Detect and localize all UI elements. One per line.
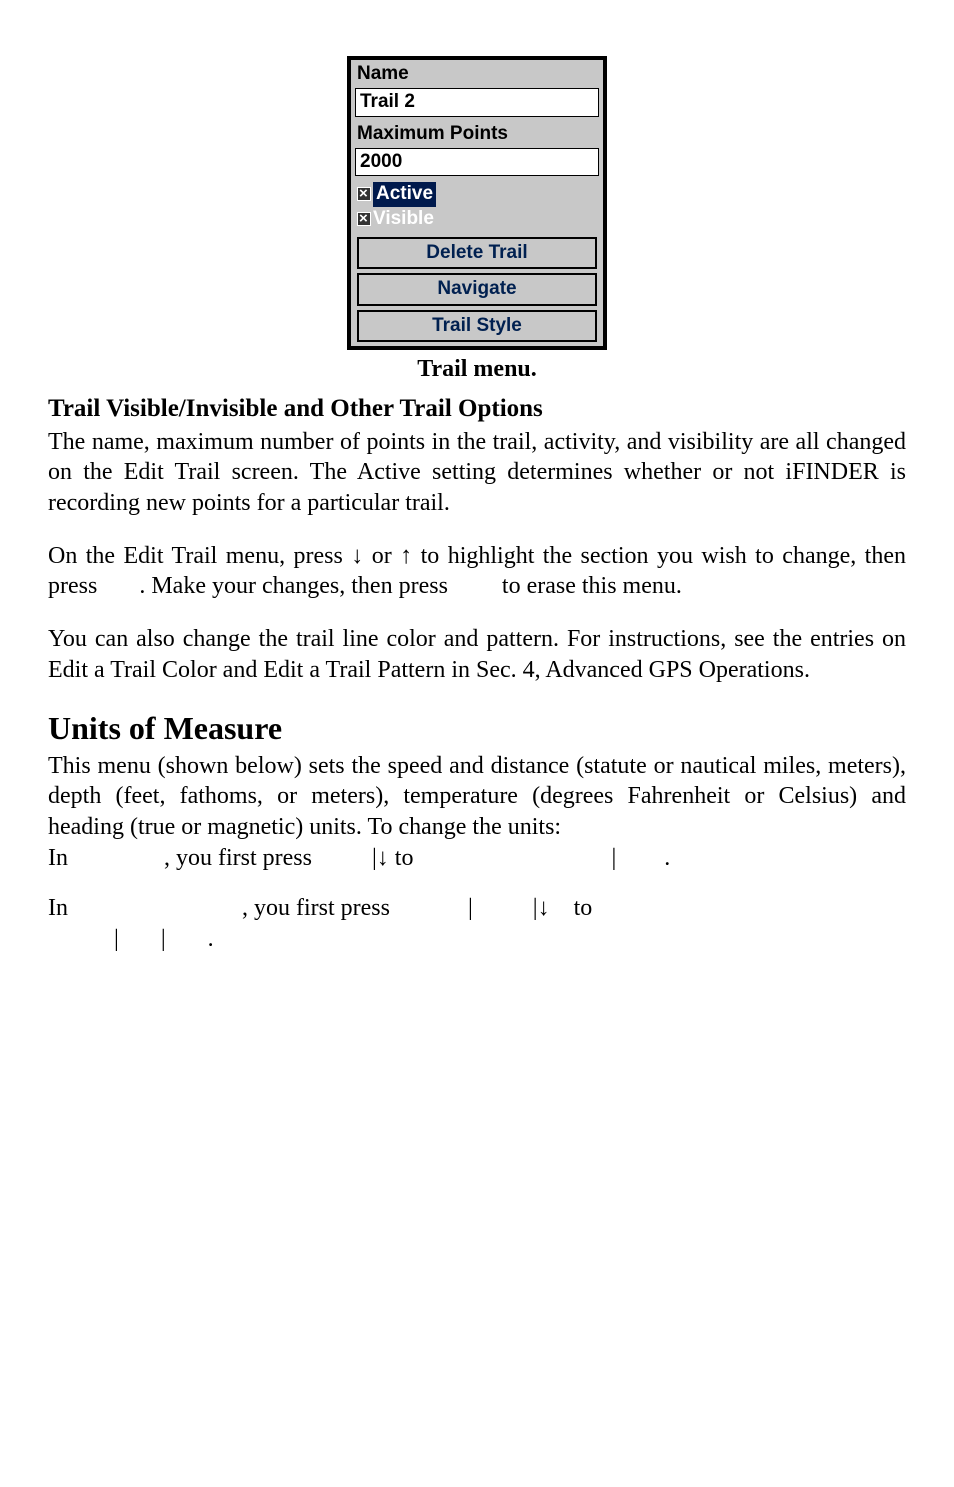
paragraph-3: You can also change the trail line color… <box>48 624 906 685</box>
trail-menu-figure: Name Trail 2 Maximum Points 2000 Active … <box>48 56 906 350</box>
p2e: to erase this menu. <box>496 573 682 599</box>
s2c: to <box>568 895 599 921</box>
active-label: Active <box>373 182 436 206</box>
p2b: or <box>363 543 400 569</box>
paragraph-4: This menu (shown below) sets the speed a… <box>48 751 906 843</box>
device-screen: Name Trail 2 Maximum Points 2000 Active … <box>347 56 607 350</box>
pipe5: | <box>114 926 119 952</box>
visible-checkbox-row[interactable]: Visible <box>357 207 597 231</box>
trail-style-button[interactable]: Trail Style <box>357 310 597 342</box>
steps-block: In , you first press | ↓ to | . In , you … <box>48 843 906 955</box>
dot1: . <box>664 845 670 871</box>
paragraph-1: The name, maximum number of points in th… <box>48 427 906 519</box>
pipe6: | <box>161 926 166 952</box>
arrow-down-icon: ↓ <box>351 542 363 569</box>
s1b: , you first press <box>164 845 318 871</box>
checkbox-group: Active Visible <box>351 179 603 235</box>
p2d: . Make your changes, then press <box>139 573 454 599</box>
section-title: Units of Measure <box>48 708 906 749</box>
name-input[interactable]: Trail 2 <box>355 88 599 116</box>
p2a: On the Edit Trail menu, press <box>48 543 351 569</box>
subheading: Trail Visible/Invisible and Other Trail … <box>48 393 906 425</box>
s2a: In <box>48 895 74 921</box>
delete-trail-button[interactable]: Delete Trail <box>357 237 597 269</box>
s2b: , you first press <box>242 895 396 921</box>
active-checkbox-row[interactable]: Active <box>357 182 597 206</box>
maxpts-label: Maximum Points <box>351 120 603 148</box>
s1a: In <box>48 845 74 871</box>
figure-caption: Trail menu. <box>48 354 906 385</box>
step-1: In , you first press |↓ to | . <box>48 843 906 874</box>
pipe2: | <box>611 845 616 871</box>
checkbox-icon <box>357 212 371 226</box>
s1c: to <box>389 845 420 871</box>
name-label: Name <box>351 60 603 88</box>
checkbox-icon <box>357 187 371 201</box>
arrow-down-icon: ↓ <box>377 844 389 871</box>
dot2: . <box>208 926 214 952</box>
arrow-up-icon: ↑ <box>400 542 412 569</box>
maxpts-input[interactable]: 2000 <box>355 148 599 176</box>
step-2: In , you first press | |↓ to | | . <box>48 893 906 954</box>
arrow-down-icon: ↓ <box>538 894 550 921</box>
paragraph-2: On the Edit Trail menu, press ↓ or ↑ to … <box>48 541 906 602</box>
visible-label: Visible <box>373 207 434 231</box>
navigate-button[interactable]: Navigate <box>357 273 597 305</box>
pipe3: | <box>468 895 473 921</box>
